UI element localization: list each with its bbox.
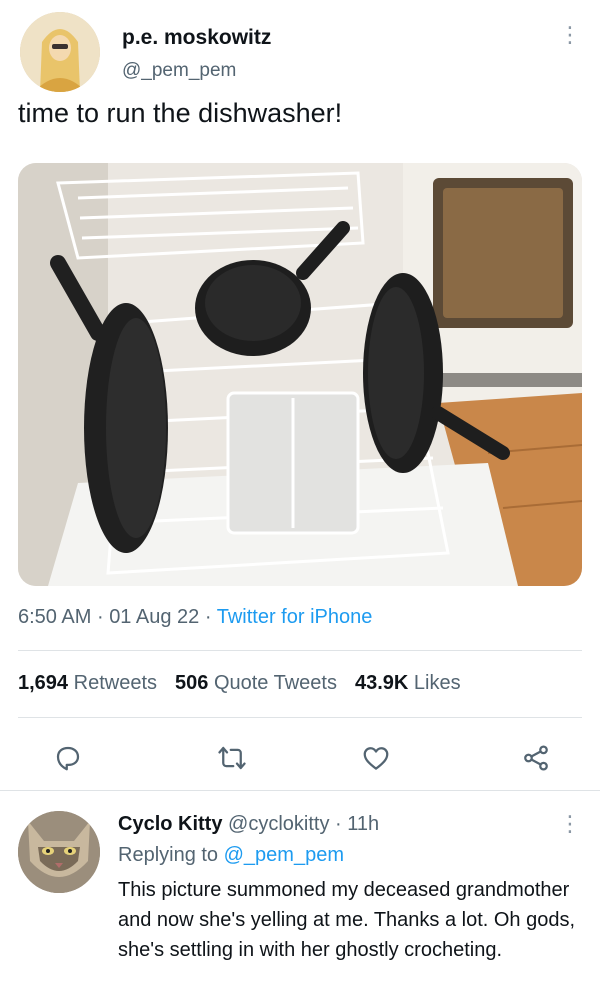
meta-separator: ·	[96, 606, 104, 628]
replying-mention-link[interactable]: @_pem_pem	[224, 844, 344, 866]
reply-author-name[interactable]: Cyclo Kitty	[118, 813, 222, 835]
tweet-photo[interactable]	[18, 163, 582, 586]
quotes-count: 506	[175, 672, 209, 694]
retweets-stat[interactable]: 1,694 Retweets	[18, 672, 157, 694]
like-button[interactable]	[354, 736, 398, 780]
reply-more-options-icon[interactable]: ⋮	[558, 809, 582, 839]
likes-label: Likes	[413, 672, 461, 694]
quotes-label: Quote Tweets	[213, 672, 337, 694]
divider	[18, 650, 582, 651]
tweet-date[interactable]: 01 Aug 22	[109, 606, 199, 628]
author-handle[interactable]: @_pem_pem	[122, 60, 236, 82]
more-options-icon[interactable]: ⋮	[558, 18, 582, 52]
reply-icon	[56, 746, 80, 771]
reply-button[interactable]	[46, 736, 90, 780]
tweet-text: time to run the dishwasher!	[18, 98, 343, 128]
tweet-stats: 1,694 Retweets 506 Quote Tweets 43.9K Like…	[18, 672, 461, 695]
retweet-icon	[218, 746, 246, 770]
divider	[18, 717, 582, 718]
quotes-stat[interactable]: 506 Quote Tweets	[175, 672, 337, 694]
author-name[interactable]: p.e. moskowitz	[122, 26, 271, 50]
reply-text: This picture summoned my deceased grandm…	[118, 879, 576, 961]
tweet-meta: 6:50 AM · 01 Aug 22 · Twitter for iPhone	[18, 606, 372, 629]
tweet-source-link[interactable]: Twitter for iPhone	[217, 606, 373, 628]
action-bar	[18, 736, 582, 780]
replying-to: Replying to @_pem_pem	[118, 844, 344, 867]
reply-avatar[interactable]	[18, 811, 100, 893]
replying-prefix: Replying to	[118, 844, 219, 866]
reply-timestamp[interactable]: 11h	[347, 813, 379, 835]
reply-header: Cyclo Kitty @cyclokitty · 11h	[118, 813, 379, 836]
share-button[interactable]	[514, 736, 558, 780]
author-avatar[interactable]	[20, 12, 100, 92]
share-icon	[524, 745, 548, 771]
like-icon	[363, 747, 389, 770]
meta-separator: ·	[204, 606, 212, 628]
likes-stat[interactable]: 43.9K Likes	[355, 672, 461, 694]
tweet-time[interactable]: 6:50 AM	[18, 606, 91, 628]
retweets-count: 1,694	[18, 672, 69, 694]
reply-separator: ·	[335, 813, 342, 835]
reply-tweet[interactable]: Cyclo Kitty @cyclokitty · 11h ⋮ Replying…	[0, 791, 600, 1006]
reply-author-handle[interactable]: @cyclokitty	[228, 813, 329, 835]
tweet-header: p.e. moskowitz @_pem_pem ⋮	[18, 10, 582, 94]
retweets-label: Retweets	[73, 672, 157, 694]
retweet-button[interactable]	[210, 736, 254, 780]
likes-count: 43.9K	[354, 672, 409, 694]
